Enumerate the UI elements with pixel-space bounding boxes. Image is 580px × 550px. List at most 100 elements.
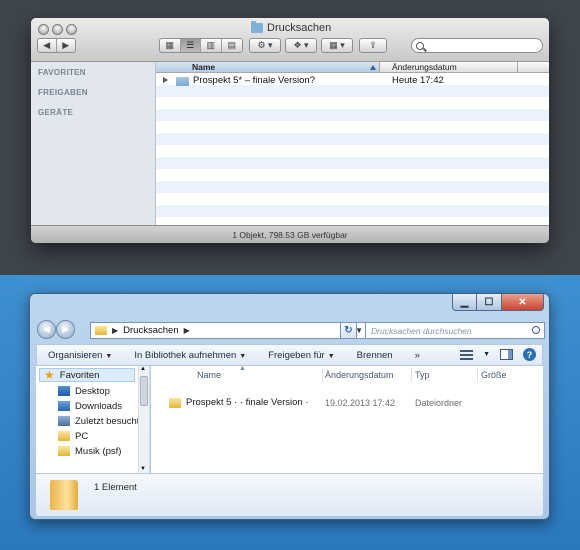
desktop-icon — [58, 386, 70, 396]
action-menu-button[interactable]: ⚙ ▾ — [249, 38, 281, 53]
sort-indicator-icon: ▲ — [239, 365, 246, 372]
arrange-menu-button[interactable]: ▦ ▾ — [321, 38, 353, 53]
refresh-icon: ↻ — [344, 325, 353, 336]
grid-icon: ▦ — [165, 40, 174, 50]
file-name: Prospekt 5* – finale Version? — [193, 75, 315, 86]
dropdown-arrow-icon: ▼ — [327, 352, 335, 360]
recent-places-icon — [58, 416, 70, 426]
folder-icon — [95, 326, 107, 335]
list-icon: ☰ — [186, 40, 195, 50]
coverflow-view-button[interactable]: ▤ — [222, 39, 242, 52]
preview-pane-icon[interactable] — [500, 349, 513, 360]
column-header-name[interactable]: Name — [197, 370, 221, 380]
view-mode-group: ▦ ☰ ▥ ▤ — [159, 38, 243, 53]
breadcrumb-separator-icon[interactable]: ▶ — [112, 326, 118, 335]
scroll-down-icon[interactable]: ▼ — [140, 466, 146, 472]
column-header-date[interactable]: Änderungsdatum — [388, 62, 518, 72]
sidebar-section-favorites[interactable]: FAVORITEN — [38, 68, 86, 77]
file-row[interactable]: Prospekt 5* – finale Version? Heute 17:4… — [156, 75, 549, 87]
list-row-stripe — [156, 145, 549, 157]
status-bar: 1 Objekt, 798.53 GB verfügbar — [31, 225, 549, 243]
list-row-stripe — [156, 181, 549, 193]
list-view-button[interactable]: ☰ — [180, 39, 201, 52]
command-bar: Organisieren ▼ In Bibliothek aufnehmen ▼ F… — [36, 344, 543, 366]
nav-item-favorites[interactable]: ★ Favoriten — [39, 368, 135, 382]
more-commands-button[interactable]: » — [404, 350, 431, 361]
scrollbar-thumb[interactable] — [140, 376, 148, 406]
column-header-size[interactable]: Größe — [481, 370, 507, 380]
column-header-type[interactable]: Typ — [415, 370, 430, 380]
nav-item-desktop[interactable]: Desktop — [58, 384, 110, 398]
refresh-button[interactable]: ↻ — [340, 322, 357, 339]
forward-button[interactable]: ▶ — [57, 39, 75, 52]
include-in-library-menu[interactable]: In Bibliothek aufnehmen ▼ — [123, 350, 257, 361]
column-name-label: Name — [192, 62, 216, 72]
column-divider[interactable] — [477, 368, 478, 382]
icon-view-button[interactable]: ▦ — [160, 39, 181, 52]
column-divider[interactable] — [322, 368, 323, 382]
scroll-up-icon[interactable]: ▲ — [140, 366, 146, 372]
breadcrumb-folder[interactable]: Drucksachen — [123, 325, 178, 336]
close-button[interactable]: ✕ — [502, 294, 544, 311]
folder-icon — [176, 77, 189, 86]
maximize-button[interactable]: ☐ — [477, 294, 502, 311]
nav-item-pc[interactable]: PC — [58, 429, 88, 443]
zoom-window-button[interactable] — [66, 24, 77, 35]
view-controls: ▼ ? — [460, 348, 536, 361]
nav-scrollbar[interactable]: ▲ ▼ — [138, 366, 149, 473]
back-button[interactable]: ◀ — [37, 320, 56, 339]
column-header-date[interactable]: Änderungsdatum — [325, 370, 394, 380]
nav-item-label: Musik (psf) — [75, 445, 122, 457]
column-divider[interactable] — [411, 368, 412, 382]
help-icon[interactable]: ? — [523, 348, 536, 361]
forward-button[interactable]: ▶ — [56, 320, 75, 339]
column-headers: Name Änderungsdatum — [156, 62, 549, 73]
minimize-button[interactable]: ▁ — [452, 294, 477, 311]
share-button[interactable]: ⇪ — [359, 38, 387, 53]
mac-finder-window: Drucksachen ◀ ▶ ▦ ☰ ▥ ▤ ⚙ ▾ ❖ ▾ ▦ ▾ ⇪ FA… — [31, 18, 549, 243]
column-header-name[interactable]: Name — [156, 62, 380, 72]
list-row-stripe — [156, 169, 549, 181]
maximize-icon: ☐ — [484, 296, 494, 308]
sidebar-section-shared[interactable]: FREIGABEN — [38, 88, 88, 97]
organize-menu[interactable]: Organisieren ▼ — [37, 350, 123, 361]
close-window-button[interactable] — [38, 24, 49, 35]
share-with-menu[interactable]: Freigeben für ▼ — [257, 350, 345, 361]
breadcrumb-separator-icon[interactable]: ▶ — [184, 326, 190, 335]
dropbox-menu-button[interactable]: ❖ ▾ — [285, 38, 317, 53]
folder-icon — [58, 446, 70, 456]
nav-item-label: PC — [75, 430, 89, 442]
share-icon: ⇪ — [369, 40, 377, 50]
nav-item-recent[interactable]: Zuletzt besucht — [58, 414, 139, 428]
list-row-stripe — [156, 97, 549, 109]
address-bar[interactable]: ▶ Drucksachen ▶ ▼ — [90, 322, 367, 339]
caption-buttons: ▁ ☐ ✕ — [452, 294, 544, 311]
back-arrow-icon: ◀ — [43, 40, 51, 50]
columns-icon: ▥ — [206, 40, 215, 50]
nav-item-music[interactable]: Musik (psf) — [58, 444, 121, 458]
sidebar-section-devices[interactable]: GERÄTE — [38, 108, 73, 117]
views-dropdown-icon[interactable]: ▼ — [483, 351, 490, 358]
navigation-pane: ★ Favoriten Desktop Downloads Zuletzt be… — [36, 366, 150, 473]
close-icon: ✕ — [518, 296, 527, 308]
column-view-button[interactable]: ▥ — [201, 39, 222, 52]
search-field[interactable] — [411, 38, 543, 53]
more-label: » — [414, 349, 420, 361]
status-text: 1 Objekt, 798.53 GB verfügbar — [232, 229, 348, 240]
large-folder-icon — [50, 480, 78, 510]
burn-button[interactable]: Brennen — [346, 350, 404, 361]
list-row-stripe — [156, 133, 549, 145]
mac-sidebar: FAVORITEN FREIGABEN GERÄTE — [31, 62, 156, 225]
file-type: Dateiordner — [415, 398, 463, 408]
disclosure-triangle-icon[interactable] — [163, 77, 168, 83]
back-arrow-icon: ◀ — [43, 324, 50, 334]
search-input[interactable]: Drucksachen durchsuchen — [365, 322, 545, 339]
search-icon — [416, 41, 424, 50]
nav-item-downloads[interactable]: Downloads — [58, 399, 122, 413]
views-icon[interactable] — [460, 349, 474, 360]
library-label: In Bibliothek aufnehmen — [134, 349, 237, 361]
back-button[interactable]: ◀ — [38, 39, 57, 52]
file-row[interactable]: Prospekt 5 · · finale Version · — [169, 396, 309, 409]
window-title: Drucksachen — [251, 21, 331, 35]
minimize-window-button[interactable] — [52, 24, 63, 35]
